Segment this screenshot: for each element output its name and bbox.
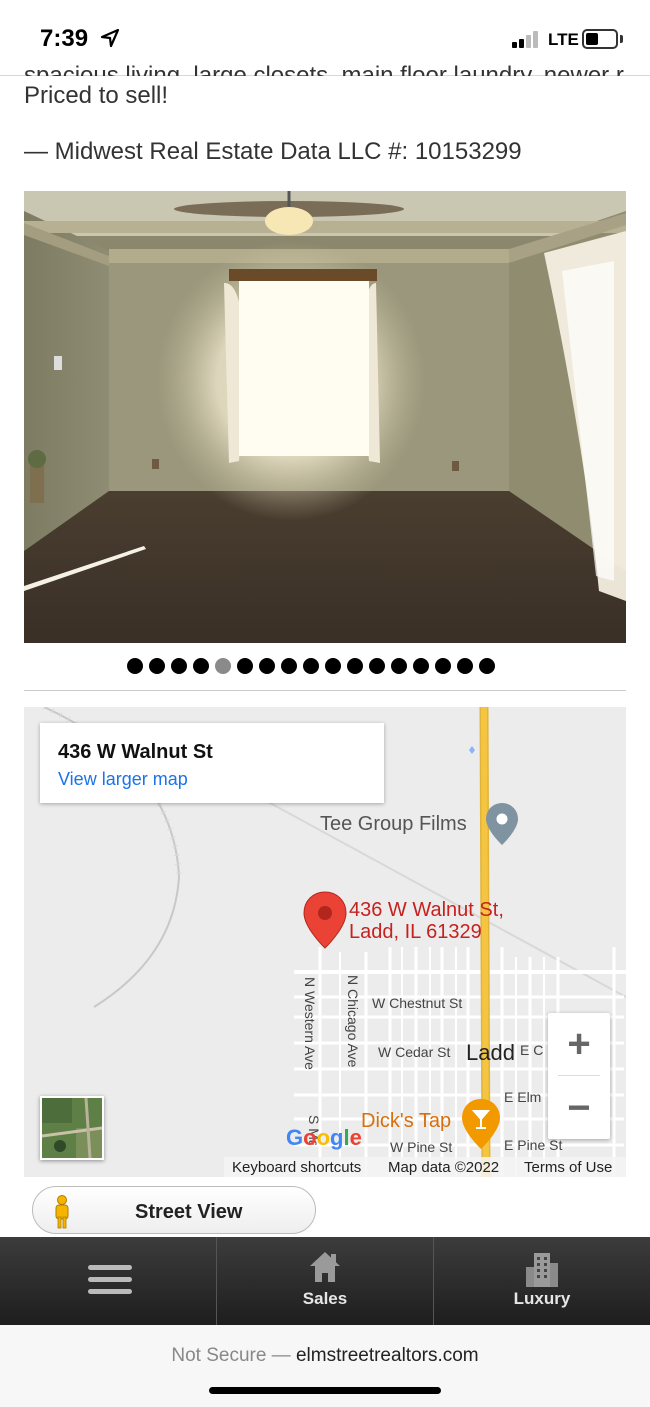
street-pine-w: W Pine St bbox=[390, 1139, 453, 1155]
street-western: N Western Ave bbox=[302, 977, 318, 1070]
gallery-dot[interactable] bbox=[281, 658, 297, 674]
poi-dicks-tap[interactable]: Dick's Tap bbox=[361, 1110, 451, 1133]
street-e-c: E C bbox=[520, 1042, 544, 1058]
map-data-label: Map data ©2022 bbox=[388, 1159, 500, 1176]
nav-luxury[interactable]: Luxury bbox=[434, 1237, 650, 1325]
google-logo: Google bbox=[286, 1125, 362, 1150]
nav-luxury-label: Luxury bbox=[513, 1289, 571, 1308]
gallery-dot[interactable] bbox=[171, 658, 187, 674]
gallery-dot[interactable] bbox=[457, 658, 473, 674]
poi-tee-group-films[interactable]: Tee Group Films bbox=[320, 813, 467, 836]
gallery-dot[interactable] bbox=[391, 658, 407, 674]
gallery-dot[interactable] bbox=[237, 658, 253, 674]
url-domain: elmstreetrealtors.com bbox=[295, 1345, 479, 1366]
zoom-out-button[interactable]: − bbox=[548, 1077, 610, 1139]
mls-attribution: — Midwest Real Estate Data LLC #: 101532… bbox=[24, 138, 522, 165]
satellite-toggle[interactable] bbox=[40, 1096, 104, 1160]
building-icon bbox=[526, 1253, 558, 1287]
description-partial-line: spacious living, large closets, main flo… bbox=[24, 62, 624, 76]
pegman-icon bbox=[55, 1195, 69, 1229]
browser-address-bar[interactable]: Not Secure — elmstreetrealtors.com bbox=[0, 1325, 650, 1407]
satellite-thumbnail-image bbox=[42, 1098, 102, 1158]
gallery-dot[interactable] bbox=[325, 658, 341, 674]
listing-photo[interactable] bbox=[24, 191, 626, 643]
gallery-dot[interactable] bbox=[149, 658, 165, 674]
battery-icon bbox=[582, 29, 618, 49]
map-attribution-bar: Keyboard shortcuts Map data ©2022 Terms … bbox=[224, 1157, 626, 1177]
network-type: LTE bbox=[548, 30, 579, 49]
map-widget[interactable]: 436 W Walnut St View larger map 436 W Wa… bbox=[24, 707, 626, 1177]
room-photo-image bbox=[24, 191, 626, 643]
section-divider bbox=[24, 690, 626, 691]
nav-menu[interactable] bbox=[0, 1237, 217, 1325]
street-view-label: Street View bbox=[135, 1201, 243, 1223]
gallery-dot[interactable] bbox=[303, 658, 319, 674]
description-text: Priced to sell! bbox=[24, 82, 169, 109]
pin-label-line1: 436 W Walnut St, bbox=[349, 899, 504, 921]
street-pine-e: E Pine St bbox=[504, 1137, 563, 1153]
town-label-ladd: Ladd bbox=[466, 1040, 515, 1065]
nav-sales-label: Sales bbox=[302, 1289, 348, 1308]
bottom-nav: Sales Luxury bbox=[0, 1237, 650, 1325]
url-display[interactable]: Not Secure — elmstreetrealtors.com bbox=[0, 1345, 650, 1367]
street-view-button[interactable]: Street View bbox=[32, 1186, 316, 1234]
map-info-card: 436 W Walnut St View larger map bbox=[40, 723, 384, 803]
gallery-dot[interactable] bbox=[215, 658, 231, 674]
gallery-dot[interactable] bbox=[479, 658, 495, 674]
home-indicator[interactable] bbox=[209, 1387, 441, 1394]
gallery-dot[interactable] bbox=[127, 658, 143, 674]
street-cedar: W Cedar St bbox=[378, 1044, 451, 1060]
street-chicago: N Chicago Ave bbox=[345, 975, 361, 1068]
not-secure-label: Not Secure — bbox=[171, 1345, 291, 1366]
cellular-signal-icon bbox=[512, 30, 544, 48]
house-icon bbox=[310, 1252, 340, 1282]
view-larger-map-link[interactable]: View larger map bbox=[58, 769, 188, 790]
gallery-dot[interactable] bbox=[369, 658, 385, 674]
street-chestnut: W Chestnut St bbox=[372, 995, 463, 1011]
gallery-dot[interactable] bbox=[413, 658, 429, 674]
keyboard-shortcuts-link[interactable]: Keyboard shortcuts bbox=[232, 1159, 361, 1176]
status-time: 7:39 bbox=[40, 25, 89, 52]
gallery-dot[interactable] bbox=[193, 658, 209, 674]
hamburger-icon bbox=[88, 1265, 132, 1295]
gallery-dot[interactable] bbox=[347, 658, 363, 674]
nav-sales[interactable]: Sales bbox=[217, 1237, 434, 1325]
gallery-dot[interactable] bbox=[259, 658, 275, 674]
zoom-in-button[interactable]: + bbox=[548, 1013, 610, 1075]
pin-label-line2: Ladd, IL 61329 bbox=[349, 921, 482, 943]
gallery-pagination[interactable] bbox=[127, 658, 495, 676]
map-address-title: 436 W Walnut St bbox=[58, 741, 213, 763]
street-elm: E Elm bbox=[504, 1089, 542, 1105]
gallery-dot[interactable] bbox=[435, 658, 451, 674]
terms-of-use-link[interactable]: Terms of Use bbox=[524, 1159, 612, 1176]
location-arrow-icon bbox=[100, 28, 120, 48]
map-zoom-control: + − bbox=[548, 1013, 610, 1139]
